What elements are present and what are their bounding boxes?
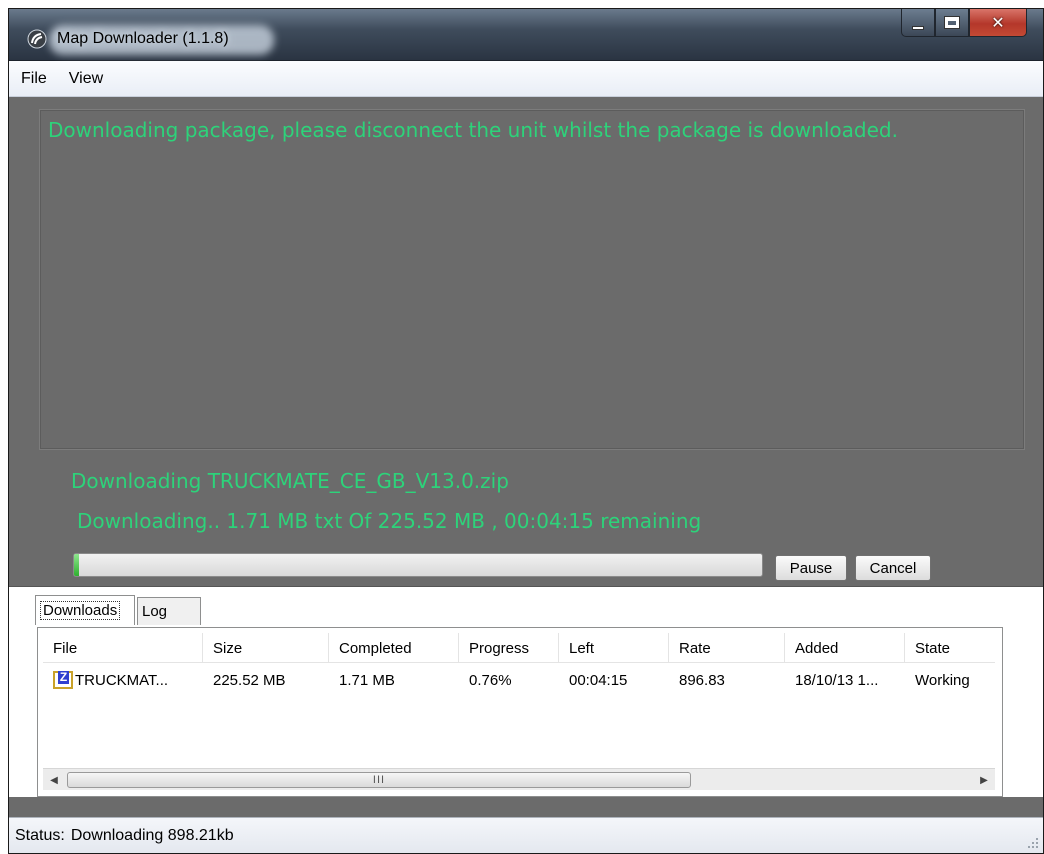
cell-state: Working [915,671,970,689]
scroll-thumb[interactable]: III [67,772,691,788]
tab-log[interactable]: Log [137,597,201,625]
column-header-progress[interactable]: Progress [459,633,559,663]
pause-button[interactable]: Pause [775,555,847,581]
column-header-state[interactable]: State [905,633,995,663]
status-label: Status: [15,826,65,844]
tab-downloads[interactable]: Downloads [35,595,135,625]
cell-completed: 1.71 MB [339,671,395,689]
scroll-thumb-grip: III [372,774,386,786]
tab-downloads-label: Downloads [40,601,121,620]
message-panel: Downloading package, please disconnect t… [39,109,1025,450]
cell-progress: 0.76% [469,671,512,689]
resize-grip-icon[interactable] [1027,837,1039,849]
minimize-icon [912,25,924,30]
close-icon: ✕ [991,13,1005,32]
cancel-button[interactable]: Cancel [855,555,931,581]
status-bar: Status: Downloading 898.21kb [9,817,1043,853]
window-controls: ✕ [901,9,1027,37]
maximize-button[interactable] [935,9,969,37]
title-bar[interactable]: Map Downloader (1.1.8) ✕ [9,9,1043,61]
main-window: Map Downloader (1.1.8) ✕ File View Downl… [8,8,1044,854]
download-progress-text: Downloading.. 1.71 MB txt Of 225.52 MB ,… [77,509,702,533]
column-header-file[interactable]: File [43,633,203,663]
list-header: File Size Completed Progress Left Rate A… [43,633,995,663]
cell-added: 18/10/13 1... [795,671,879,689]
downloads-list: File Size Completed Progress Left Rate A… [37,627,1003,797]
menu-bar: File View [9,61,1043,97]
close-button[interactable]: ✕ [969,9,1027,37]
column-header-completed[interactable]: Completed [329,633,459,663]
cell-file: TRUCKMAT... [43,666,203,694]
minimize-button[interactable] [901,9,935,37]
zip-file-icon [53,671,73,689]
tab-log-label: Log [142,603,168,620]
cell-rate: 896.83 [679,671,725,689]
menu-file[interactable]: File [21,70,47,88]
message-text: Downloading package, please disconnect t… [48,118,898,142]
horizontal-scrollbar[interactable]: ◀ III ▶ [43,768,995,790]
progress-fill [74,554,80,576]
status-value: Downloading 898.21kb [70,826,234,844]
column-header-size[interactable]: Size [203,633,329,663]
download-file-text: Downloading TRUCKMATE_CE_GB_V13.0.zip [71,469,509,493]
scroll-right-icon[interactable]: ▶ [975,771,993,789]
tabs-area: Downloads Log File Size Completed Progre… [9,587,1043,797]
column-header-added[interactable]: Added [785,633,905,663]
download-progress-bar [73,553,763,577]
menu-view[interactable]: View [69,70,103,88]
app-logo-icon[interactable] [27,29,47,49]
column-header-left[interactable]: Left [559,633,669,663]
cell-size: 225.52 MB [213,671,286,689]
cell-file-text: TRUCKMAT... [75,671,169,689]
scroll-left-icon[interactable]: ◀ [45,771,63,789]
table-row[interactable]: TRUCKMAT... 225.52 MB 1.71 MB 0.76% 00:0… [43,666,995,694]
column-header-rate[interactable]: Rate [669,633,785,663]
window-title: Map Downloader (1.1.8) [57,30,229,47]
cell-left: 00:04:15 [569,671,628,689]
maximize-icon [945,17,959,28]
